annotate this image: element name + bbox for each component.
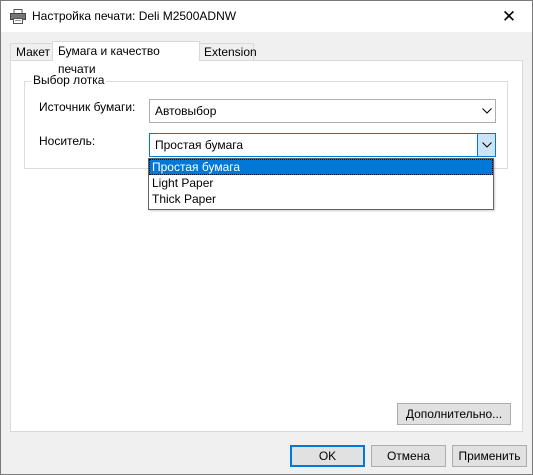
printer-icon bbox=[10, 9, 26, 24]
print-settings-window: Настройка печати: Deli M2500ADNW ✕ Макет… bbox=[0, 0, 533, 475]
dropdown-option[interactable]: Light Paper bbox=[149, 175, 493, 191]
dropdown-option[interactable]: Простая бумага bbox=[149, 159, 493, 175]
dropdown-option[interactable]: Thick Paper bbox=[149, 191, 493, 207]
paper-source-label: Источник бумаги: bbox=[39, 100, 136, 114]
chevron-down-icon bbox=[478, 100, 495, 122]
ok-button[interactable]: OK bbox=[290, 445, 365, 467]
media-select[interactable]: Простая бумага bbox=[149, 133, 496, 157]
tab-paper-quality[interactable]: Бумага и качество печати bbox=[52, 41, 200, 76]
paper-source-select[interactable]: Автовыбор bbox=[149, 99, 496, 123]
media-value: Простая бумага bbox=[155, 138, 244, 152]
tab-layout[interactable]: Макет bbox=[10, 43, 54, 60]
paper-source-value: Автовыбор bbox=[155, 104, 217, 118]
advanced-button[interactable]: Дополнительно... bbox=[397, 403, 511, 425]
media-label: Носитель: bbox=[39, 134, 96, 148]
tab-panel: Выбор лотка Источник бумаги: Автовыбор Н… bbox=[10, 60, 523, 432]
close-icon: ✕ bbox=[501, 6, 517, 26]
apply-button[interactable]: Применить bbox=[452, 445, 527, 467]
tray-selection-group: Выбор лотка Источник бумаги: Автовыбор Н… bbox=[24, 73, 508, 169]
title-bar: Настройка печати: Deli M2500ADNW ✕ bbox=[1, 1, 532, 32]
chevron-down-icon bbox=[477, 134, 495, 156]
window-title: Настройка печати: Deli M2500ADNW bbox=[32, 9, 237, 23]
cancel-button[interactable]: Отмена bbox=[371, 445, 446, 467]
media-dropdown-list: Простая бумага Light Paper Thick Paper bbox=[148, 158, 494, 210]
tab-extension[interactable]: Extension bbox=[198, 43, 257, 60]
close-button[interactable]: ✕ bbox=[486, 1, 532, 32]
